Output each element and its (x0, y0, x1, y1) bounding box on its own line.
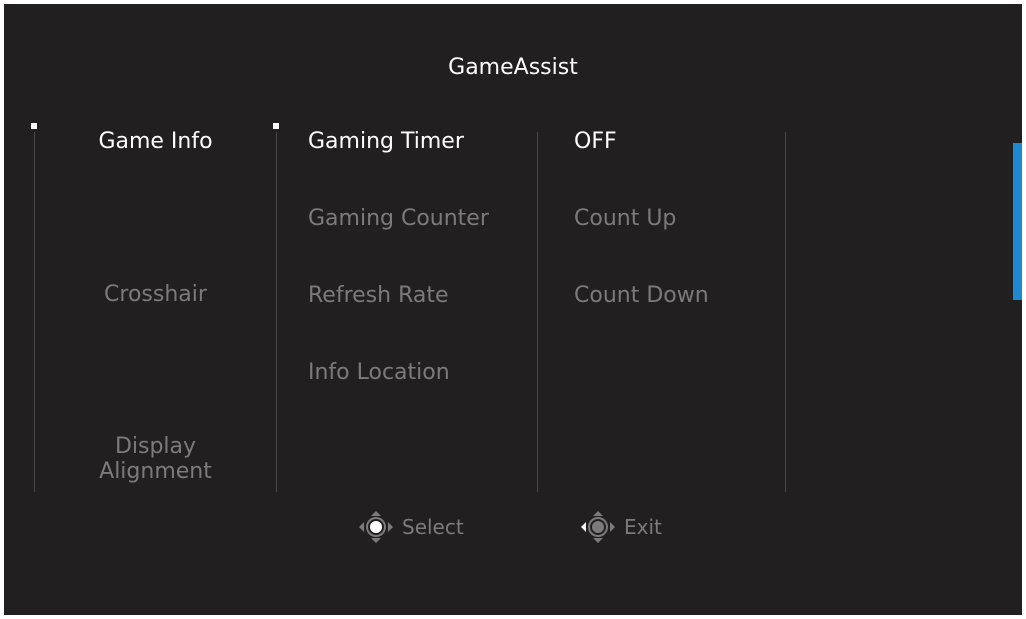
value-count-up[interactable]: Count Up (574, 206, 676, 232)
category-display-alignment[interactable]: Display Alignment (35, 434, 276, 484)
option-info-location[interactable]: Info Location (308, 360, 450, 386)
osd-window: GameAssist Game Info Crosshair Display A… (4, 4, 1022, 615)
joystick-select-icon (359, 511, 393, 543)
option-gaming-timer[interactable]: Gaming Timer (308, 129, 464, 155)
joystick-left-icon (581, 511, 615, 543)
exit-label: Exit (624, 515, 662, 539)
category-display-alignment-line2: Alignment (99, 459, 212, 484)
category-crosshair[interactable]: Crosshair (35, 282, 276, 308)
column-divider (537, 132, 538, 492)
exit-hint: Exit (580, 510, 662, 544)
select-hint: Select (358, 510, 464, 544)
value-off[interactable]: OFF (574, 129, 617, 155)
column-divider (785, 132, 786, 492)
option-gaming-counter[interactable]: Gaming Counter (308, 206, 489, 232)
value-count-down[interactable]: Count Down (574, 283, 709, 309)
category-display-alignment-line1: Display (114, 434, 197, 459)
option-refresh-rate[interactable]: Refresh Rate (308, 283, 449, 309)
select-label: Select (402, 515, 464, 539)
scrollbar[interactable] (1013, 143, 1022, 300)
category-game-info[interactable]: Game Info (35, 129, 276, 155)
menu-title: GameAssist (448, 55, 578, 80)
column-divider (276, 132, 277, 492)
